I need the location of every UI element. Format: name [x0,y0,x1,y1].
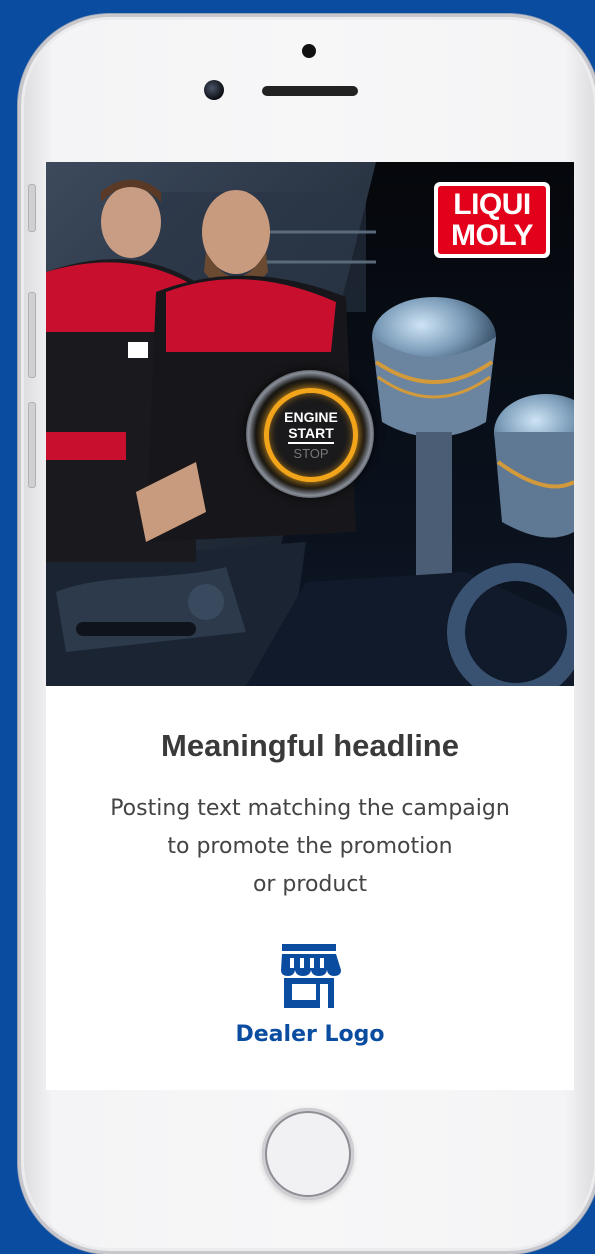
post-body-line: Posting text matching the campaign [110,796,510,821]
earpiece-speaker [262,86,358,96]
post-screen: LIQUI MOLY ENGINE START STOP Meaningful … [46,162,574,1090]
volume-up-button [28,292,36,378]
store-icon [281,944,341,1008]
proximity-sensor [302,44,316,58]
post-body-line: or product [252,872,368,897]
logo-text-line2: MOLY [451,219,533,252]
engine-label: ENGINE [284,408,338,425]
front-camera-icon [204,80,224,100]
volume-down-button [28,402,36,488]
liqui-moly-logo: LIQUI MOLY [434,182,550,258]
start-label: START [288,425,334,444]
stop-label: STOP [293,445,329,461]
home-button[interactable] [262,1108,354,1200]
post-headline: Meaningful headline [161,728,459,763]
engine-start-button-graphic: ENGINE START STOP [246,370,374,498]
logo-text-line1: LIQUI [453,188,531,221]
mute-switch [28,184,36,232]
post-content: Meaningful headline Posting text matchin… [46,686,574,1090]
dealer-logo-label: Dealer Logo [235,1022,385,1047]
post-body: Posting text matching the campaign to pr… [46,790,574,904]
hero-image: LIQUI MOLY ENGINE START STOP [46,162,574,686]
post-body-line: to promote the promotion [167,834,453,859]
